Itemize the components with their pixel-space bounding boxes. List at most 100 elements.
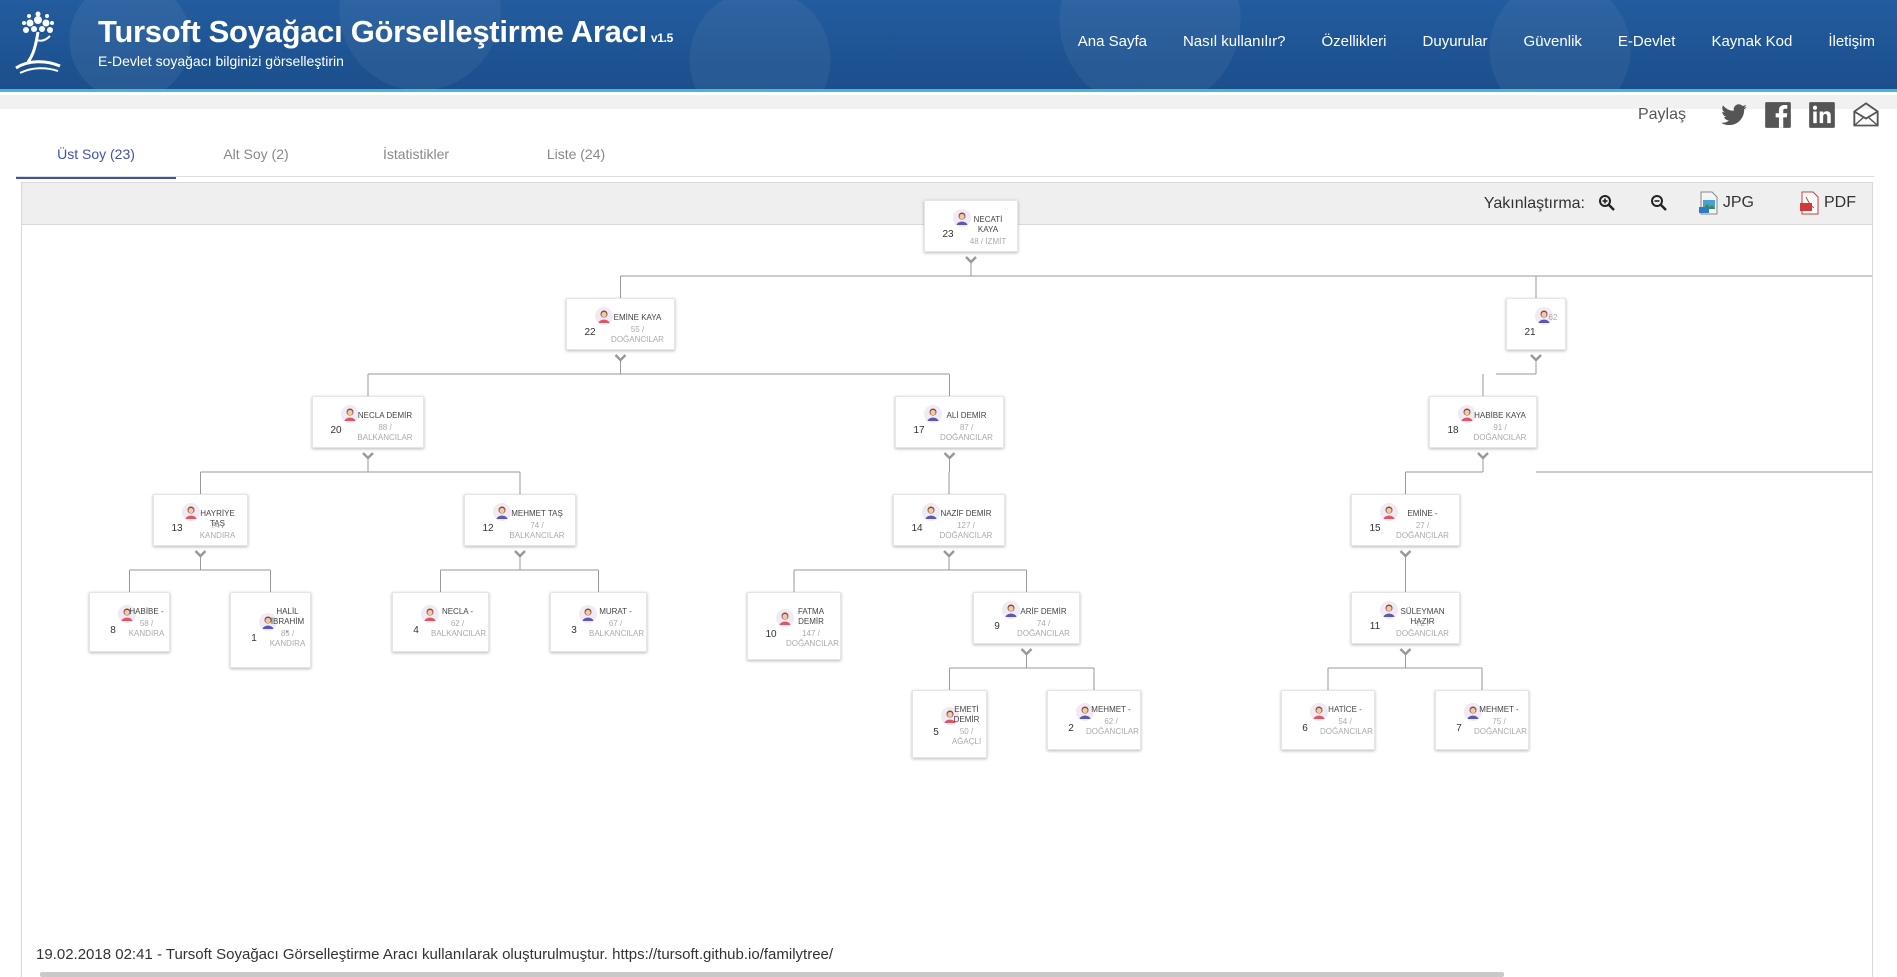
tree-connectors <box>129 256 1872 690</box>
person-card[interactable]: 7 MEHMET - 75 / DOĞANCILAR <box>1435 690 1529 750</box>
facebook-icon[interactable] <box>1764 101 1792 129</box>
person-info: 75 / DOĞANCILAR <box>1474 717 1527 736</box>
person-card[interactable]: 23 NECATİ KAYA 48 / İZMİT <box>924 200 1018 252</box>
collapse-chevron-icon[interactable] <box>965 256 977 264</box>
footer-note: 19.02.2018 02:41 - Tursoft Soyağacı Görs… <box>36 946 834 963</box>
nav-how-to-use[interactable]: Nasıl kullanılır? <box>1183 33 1286 50</box>
person-id: 22 <box>584 327 596 338</box>
person-info: 91 / DOĞANCILAR <box>1473 423 1527 442</box>
collapse-chevron-icon[interactable] <box>943 452 956 460</box>
person-id: 10 <box>765 629 777 640</box>
person-card[interactable]: 22 EMİNE KAYA 55 / DOĞANCILAR <box>566 298 675 350</box>
person-id: 15 <box>1369 523 1381 534</box>
person-name: MEHMET TAŞ <box>511 509 563 518</box>
person-info: 85 / KANDIRA <box>269 629 306 648</box>
person-id: 6 <box>1302 723 1308 734</box>
nav-announcements[interactable]: Duyurular <box>1423 33 1488 50</box>
person-info: 55 / DOĞANCILAR <box>611 325 664 344</box>
person-card[interactable]: 11 SÜLEYMAN HAZIR 72 / DOĞANCILAR <box>1351 592 1460 644</box>
person-card[interactable]: 3 MURAT - 67 / BALKANCILAR <box>550 592 647 652</box>
collapse-chevron-icon[interactable] <box>1399 648 1412 656</box>
tree-logo-icon[interactable] <box>12 10 64 74</box>
tab-bar: Üst Soy (23) Alt Soy (2) İstatistikler L… <box>16 140 656 179</box>
tree-panel: Yakınlaştırma: JPG PDF 23 NECATİ KAYA 48… <box>21 182 1873 977</box>
collapse-chevron-icon[interactable] <box>1399 550 1412 558</box>
person-id: 3 <box>571 625 577 636</box>
collapse-chevron-icon[interactable] <box>1477 452 1489 460</box>
person-card[interactable]: 5 EMETİ DEMİR 50 / AĞAÇLI <box>912 690 987 758</box>
person-id: 12 <box>482 523 494 534</box>
person-card[interactable]: 18 HABİBE KAYA 91 / DOĞANCILAR <box>1429 396 1537 448</box>
tab-descendants[interactable]: Alt Soy (2) <box>176 140 336 179</box>
share-label: Paylaş <box>1637 106 1686 123</box>
person-id: 5 <box>933 727 939 738</box>
person-id: 1 <box>251 633 257 644</box>
collapse-chevron-icon[interactable] <box>1530 354 1542 362</box>
person-info: 58 / KANDIRA <box>128 619 165 638</box>
person-name: NECLA DEMİR <box>357 411 413 420</box>
person-card[interactable]: 1 HALİL İBRAHİM - 85 / KANDIRA <box>230 592 311 668</box>
app-version: v1.5 <box>650 31 673 45</box>
horizontal-scrollbar[interactable] <box>40 972 1504 977</box>
collapse-chevron-icon[interactable] <box>514 550 526 558</box>
nav-features[interactable]: Özellikleri <box>1322 33 1387 50</box>
person-info: 50 / AĞAÇLI <box>951 727 982 746</box>
person-info: 74 / KANDIRA <box>199 521 236 540</box>
nav-home[interactable]: Ana Sayfa <box>1078 33 1147 50</box>
person-name: EMİNE KAYA <box>613 313 662 322</box>
collapse-chevron-icon[interactable] <box>614 354 627 362</box>
person-card[interactable]: 14 NAZİF DEMİR 127 / DOĞANCILAR <box>893 494 1005 546</box>
person-name: ARİF DEMİR <box>1020 607 1067 616</box>
app-title[interactable]: Tursoft Soyağacı Görselleştirme Aracı v1.… <box>98 14 673 50</box>
person-card[interactable]: 10 FATMA DEMİR 147 / DOĞANCILAR <box>747 592 841 660</box>
collapse-chevron-icon[interactable] <box>194 550 207 558</box>
person-info: 127 / DOĞANCILAR <box>939 521 993 540</box>
collapse-chevron-icon[interactable] <box>943 550 955 558</box>
tab-list[interactable]: Liste (24) <box>496 140 656 179</box>
person-card[interactable]: 9 ARİF DEMİR 74 / DOĞANCILAR <box>973 592 1080 644</box>
app-title-text: Tursoft Soyağacı Görselleştirme Aracı <box>98 14 647 49</box>
person-card[interactable]: 4 NECLA - 62 / BALKANCILAR <box>392 592 489 652</box>
person-name: FATMA DEMİR <box>797 607 825 626</box>
collapse-chevron-icon[interactable] <box>1020 648 1033 656</box>
tab-ancestors[interactable]: Üst Soy (23) <box>16 140 176 179</box>
tab-statistics[interactable]: İstatistikler <box>336 140 496 179</box>
main-nav: Ana Sayfa Nasıl kullanılır? Özellikleri … <box>1042 33 1875 50</box>
person-card[interactable]: 13 HAYRİYE TAŞ 74 / KANDIRA <box>153 494 248 546</box>
person-name: EMETİ DEMİR <box>953 705 980 724</box>
person-id: 7 <box>1456 723 1462 734</box>
nav-edevlet[interactable]: E-Devlet <box>1618 33 1676 50</box>
person-name: NECATİ KAYA <box>973 215 1003 234</box>
person-card[interactable]: 15 EMİNE - 27 / DOĞANCILAR <box>1351 494 1460 546</box>
email-icon[interactable] <box>1852 101 1880 129</box>
collapse-chevron-icon[interactable] <box>362 452 374 460</box>
linkedin-icon[interactable] <box>1808 101 1836 129</box>
person-id: 17 <box>913 425 925 436</box>
nav-source-code[interactable]: Kaynak Kod <box>1711 33 1792 50</box>
person-card[interactable]: 17 ALİ DEMİR 87 / DOĞANCILAR <box>895 396 1004 448</box>
share-bar: Paylaş <box>1638 101 1880 129</box>
person-info: 62 / DOĞANCILAR <box>1086 717 1139 736</box>
person-id: 8 <box>110 625 116 636</box>
person-info: 88 / BALKANCILAR <box>357 423 413 442</box>
person-card[interactable]: 20 NECLA DEMİR 88 / BALKANCILAR <box>312 396 424 448</box>
person-card[interactable]: 2 MEHMET - 62 / DOĞANCILAR <box>1047 690 1141 750</box>
person-name: HABİBE - <box>129 607 164 616</box>
tabs-divider <box>16 176 1874 177</box>
person-info: 72 / DOĞANCILAR <box>1396 619 1449 638</box>
person-id: 14 <box>911 523 923 534</box>
nav-security[interactable]: Güvenlik <box>1524 33 1582 50</box>
person-card[interactable]: 21 62 <box>1506 298 1566 350</box>
twitter-icon[interactable] <box>1720 101 1748 129</box>
person-name: ALİ DEMİR <box>946 411 987 420</box>
person-info: 87 / DOĞANCILAR <box>940 423 993 442</box>
nav-contact[interactable]: İletişim <box>1828 33 1875 50</box>
person-info: 74 / DOĞANCILAR <box>1017 619 1070 638</box>
person-card[interactable]: 8 HABİBE - 58 / KANDIRA <box>89 592 170 652</box>
person-info: 48 / İZMİT <box>969 237 1007 246</box>
person-card[interactable]: 12 MEHMET TAŞ 74 / BALKANCILAR <box>464 494 576 546</box>
person-card[interactable]: 6 HATİCE - 54 / DOĞANCILAR <box>1281 690 1375 750</box>
person-id: 18 <box>1447 425 1459 436</box>
person-info: 54 / DOĞANCILAR <box>1320 717 1373 736</box>
person-info: 74 / BALKANCILAR <box>509 521 565 540</box>
